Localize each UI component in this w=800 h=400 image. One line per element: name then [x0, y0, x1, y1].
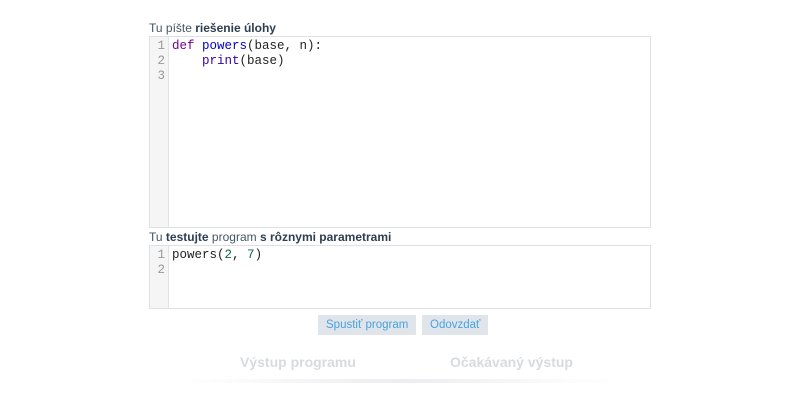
expected-output-heading: Očakávaný výstup [450, 354, 573, 370]
tests-label: Tu testujte program s rôznymi parametram… [149, 230, 651, 244]
solution-code-editor[interactable]: 1 2 3 def powers(base, n): print(base) [149, 36, 651, 228]
tests-label-bold: s rôznymi parametrami [259, 230, 392, 244]
tests-code-editor[interactable]: 1 2 powers(2, 7) [149, 245, 651, 309]
program-output-heading: Výstup programu [240, 354, 356, 370]
solution-label: Tu píšte riešenie úlohy [149, 21, 651, 35]
tests-code-area[interactable]: powers(2, 7) [169, 246, 650, 308]
code-text: ) [254, 248, 263, 262]
builtin-name: print [202, 54, 240, 68]
code-text: (base) [239, 54, 285, 68]
line-number: 2 [157, 263, 165, 277]
output-divider [185, 379, 615, 383]
code-text: powers( [172, 248, 225, 262]
solution-label-prefix: Tu píšte [149, 21, 196, 35]
tests-label-bold: testujte [165, 230, 209, 244]
keyword: def [172, 39, 195, 53]
tests-line-gutter: 1 2 [150, 246, 169, 308]
line-number: 2 [157, 54, 165, 68]
line-number: 3 [157, 69, 165, 83]
tests-label-part: program [208, 230, 260, 244]
function-name: powers [202, 39, 248, 53]
code-line: powers(2, 7) [172, 248, 650, 263]
submit-button[interactable]: Odovzdať [422, 315, 489, 335]
number-literal: 2 [224, 248, 233, 262]
tests-label-part: Tu [149, 230, 166, 244]
solution-code-area[interactable]: def powers(base, n): print(base) [169, 37, 650, 227]
number-literal: 7 [247, 248, 255, 262]
line-number: 1 [157, 39, 165, 53]
code-text: , [232, 248, 248, 262]
solution-label-row: Tu píšte riešenie úlohy [149, 21, 651, 35]
line-number: 1 [157, 248, 165, 262]
solution-line-gutter: 1 2 3 [150, 37, 169, 227]
code-text: (base, n): [247, 39, 323, 53]
tests-label-row: Tu testujte program s rôznymi parametram… [149, 230, 651, 244]
code-line: print(base) [172, 54, 650, 69]
run-program-button[interactable]: Spustiť program [318, 315, 417, 335]
solution-label-bold: riešenie úlohy [195, 21, 276, 35]
code-line: def powers(base, n): [172, 39, 650, 54]
